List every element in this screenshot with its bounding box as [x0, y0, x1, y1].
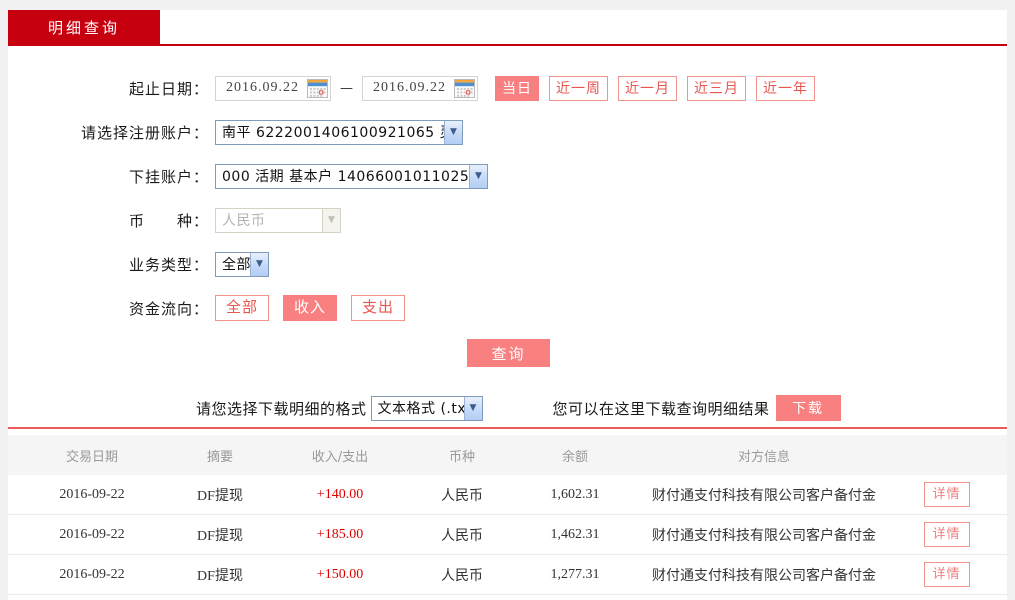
sub-account-row: 下挂账户： 000 活期 基本户 1406600101102571848 ▼: [8, 163, 1007, 189]
date-range-label: 起止日期：: [8, 78, 215, 99]
chevron-down-icon: ▼: [444, 121, 462, 144]
currency-select: 人民币 ▼: [215, 208, 341, 233]
registered-account-row: 请选择注册账户： 南平 6222001406100921065 灵通卡 ▼: [8, 119, 1007, 145]
currency-label: 币 种：: [8, 210, 215, 231]
table-header-row: 交易日期 摘要 收入/支出 币种 余额 对方信息: [8, 435, 1007, 475]
tab-label: 明细查询: [48, 17, 120, 38]
tab-detail-query[interactable]: 明细查询: [8, 10, 160, 44]
cell-amount: +185.00: [264, 527, 416, 543]
cell-currency: 人民币: [416, 525, 508, 545]
download-row: 请您选择下载明细的格式 文本格式 (.txt) ▼ 您可以在这里下载查询明细结果…: [8, 395, 1007, 421]
cell-summary: DF提现: [176, 525, 264, 545]
business-type-row: 业务类型： 全部 ▼: [8, 251, 1007, 277]
cell-date: 2016-09-22: [8, 567, 176, 583]
registered-account-label: 请选择注册账户：: [8, 122, 215, 143]
fund-flow-row: 资金流向： 全部 收入 支出: [8, 295, 1007, 321]
chevron-down-icon: ▼: [469, 165, 487, 188]
download-format-label: 请您选择下载明细的格式: [196, 398, 367, 419]
quick-range-quarter-button[interactable]: 近三月: [687, 76, 746, 101]
start-date-value: 2016.09.22: [226, 80, 299, 96]
table-row: 2016-09-22 DF提现 +140.00 人民币 1,602.31 财付通…: [8, 475, 1007, 515]
fund-flow-expense-button[interactable]: 支出: [351, 295, 405, 321]
download-hint: 您可以在这里下载查询明细结果: [553, 398, 770, 419]
cell-counterparty: 财付通支付科技有限公司客户备付金: [642, 565, 886, 585]
cell-counterparty: 财付通支付科技有限公司客户备付金: [642, 485, 886, 505]
fund-flow-label: 资金流向：: [8, 298, 215, 319]
fund-flow-income-button[interactable]: 收入: [283, 295, 337, 321]
fund-flow-all-button[interactable]: 全部: [215, 295, 269, 321]
business-type-label: 业务类型：: [8, 254, 215, 275]
table-row: 2016-09-22 DF提现 +185.00 人民币 1,462.31 财付通…: [8, 515, 1007, 555]
currency-row: 币 种： 人民币 ▼: [8, 207, 1007, 233]
header-summary: 摘要: [176, 446, 264, 465]
transactions-table: 交易日期 摘要 收入/支出 币种 余额 对方信息 2016-09-22 DF提现…: [8, 435, 1007, 595]
query-button[interactable]: 查询: [467, 339, 550, 367]
query-form: 起止日期： 2016.09.22: [8, 46, 1007, 421]
cell-amount: +140.00: [264, 487, 416, 503]
sub-account-select[interactable]: 000 活期 基本户 1406600101102571848 ▼: [215, 164, 488, 189]
chevron-down-icon: ▼: [250, 253, 268, 276]
currency-value: 人民币: [216, 210, 322, 230]
cell-date: 2016-09-22: [8, 487, 176, 503]
download-format-value: 文本格式 (.txt): [372, 398, 464, 418]
table-row: 2016-09-22 DF提现 +150.00 人民币 1,277.31 财付通…: [8, 555, 1007, 595]
header-balance: 余额: [508, 446, 642, 465]
cell-currency: 人民币: [416, 565, 508, 585]
header-income-expense: 收入/支出: [264, 446, 416, 465]
cell-counterparty: 财付通支付科技有限公司客户备付金: [642, 525, 886, 545]
date-range-row: 起止日期： 2016.09.22: [8, 75, 1007, 101]
registered-account-value: 南平 6222001406100921065 灵通卡: [216, 122, 444, 142]
date-separator: —: [340, 81, 353, 96]
quick-range-year-button[interactable]: 近一年: [756, 76, 815, 101]
cell-balance: 1,602.31: [508, 487, 642, 503]
chevron-down-icon: ▼: [322, 209, 340, 232]
detail-button[interactable]: 详情: [924, 562, 970, 587]
end-date-input[interactable]: 2016.09.22: [362, 76, 478, 101]
business-type-value: 全部: [216, 254, 250, 274]
start-date-input[interactable]: 2016.09.22: [215, 76, 331, 101]
cell-summary: DF提现: [176, 485, 264, 505]
cell-amount: +150.00: [264, 567, 416, 583]
chevron-down-icon: ▼: [464, 397, 482, 420]
sub-account-label: 下挂账户：: [8, 166, 215, 187]
detail-button[interactable]: 详情: [924, 482, 970, 507]
quick-range-week-button[interactable]: 近一周: [549, 76, 608, 101]
content-panel: 明细查询 起止日期： 2016.09.22: [8, 10, 1007, 600]
cell-currency: 人民币: [416, 485, 508, 505]
quick-range-month-button[interactable]: 近一月: [618, 76, 677, 101]
detail-button[interactable]: 详情: [924, 522, 970, 547]
header-counterparty: 对方信息: [642, 446, 886, 465]
table-top-divider: [8, 427, 1007, 429]
download-format-select[interactable]: 文本格式 (.txt) ▼: [371, 396, 483, 421]
calendar-icon[interactable]: [307, 79, 328, 98]
download-button[interactable]: 下载: [776, 395, 841, 421]
cell-balance: 1,462.31: [508, 527, 642, 543]
cell-date: 2016-09-22: [8, 527, 176, 543]
cell-balance: 1,277.31: [508, 567, 642, 583]
calendar-icon[interactable]: [454, 79, 475, 98]
cell-summary: DF提现: [176, 565, 264, 585]
header-transaction-date: 交易日期: [8, 446, 176, 465]
header-currency: 币种: [416, 446, 508, 465]
sub-account-value: 000 活期 基本户 1406600101102571848: [216, 166, 469, 186]
registered-account-select[interactable]: 南平 6222001406100921065 灵通卡 ▼: [215, 120, 463, 145]
business-type-select[interactable]: 全部 ▼: [215, 252, 269, 277]
quick-range-today-button[interactable]: 当日: [495, 76, 539, 101]
end-date-value: 2016.09.22: [373, 80, 446, 96]
